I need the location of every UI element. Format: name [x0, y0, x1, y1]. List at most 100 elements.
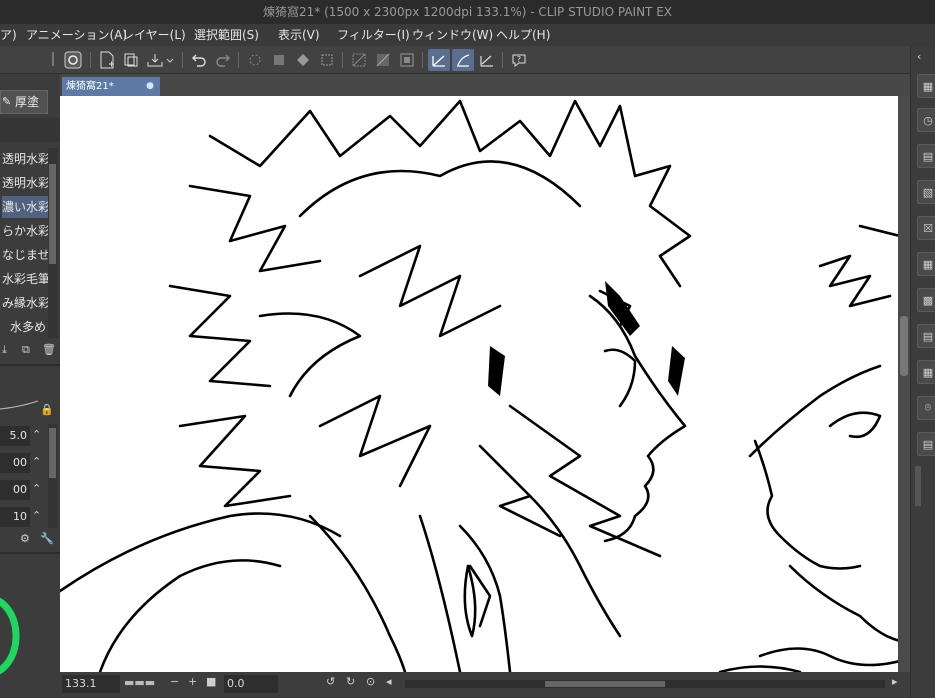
property-scrollbar[interactable] — [48, 424, 58, 528]
menu-item-animation[interactable]: アニメーション(A) — [26, 24, 127, 46]
property-value-field[interactable]: 10 — [0, 507, 30, 527]
spinner-icon[interactable]: ⌃ — [32, 428, 41, 441]
window-title-bar: 煉猗窩21* (1500 x 2300px 1200dpi 133.1%) - … — [0, 0, 935, 24]
undo-icon[interactable] — [188, 49, 210, 71]
menu-item-window[interactable]: ウィンドウ(W) — [412, 24, 493, 46]
snap-grid-icon[interactable] — [476, 49, 498, 71]
brush-list-actions: ⤓ ⧉ 🗑 — [0, 342, 60, 360]
history-panel-icon[interactable]: ◷ — [917, 108, 935, 132]
brush-item[interactable]: 濃い水彩 — [2, 196, 48, 218]
document-tab[interactable]: 煉猗窩21* ● — [62, 77, 160, 96]
scroll-thumb[interactable] — [900, 316, 908, 376]
copy-icon[interactable] — [120, 49, 142, 71]
canvas-vertical-scrollbar[interactable] — [898, 96, 910, 672]
rotate-right-icon[interactable]: ↻ — [346, 675, 355, 688]
transform-icon[interactable] — [292, 49, 314, 71]
help-icon[interactable]: ? — [508, 49, 530, 71]
spinner-icon[interactable]: ⌃ — [32, 482, 41, 495]
zoom-slider[interactable]: ▬▬▬ — [124, 676, 155, 689]
save-icon[interactable] — [144, 49, 176, 71]
material-panel-icon[interactable]: ▧ — [917, 180, 935, 204]
status-bar: 133.1 ▬▬▬ − + ■ 0.0 ↺ ↻ ⊙ ◂ ▸ — [60, 672, 910, 698]
menu-item-filter[interactable]: フィルター(I) — [337, 24, 410, 46]
svg-text:?: ? — [517, 55, 521, 64]
toolbar-grip[interactable] — [52, 52, 54, 66]
collapse-left-icon[interactable]: ‹ — [917, 50, 921, 63]
fit-icon[interactable]: ■ — [206, 675, 216, 688]
sub-tool-panel: ✎ 厚塗り 透明水彩透明水彩濃い水彩らか水彩なじませ水彩毛筆み縁水彩水多め ⤓ … — [0, 74, 60, 698]
wrench-icon[interactable]: 🔧 — [40, 532, 54, 545]
window-title: 煉猗窩21* (1500 x 2300px 1200dpi 133.1%) - … — [263, 5, 672, 19]
snap-ruler-icon[interactable] — [428, 49, 450, 71]
canvas-horizontal-scrollbar[interactable] — [405, 680, 885, 688]
modified-indicator: ● — [146, 81, 154, 91]
new-file-icon[interactable] — [96, 49, 118, 71]
brush-item[interactable]: み縁水彩 — [2, 292, 48, 314]
fill-icon[interactable] — [268, 49, 290, 71]
tool-tab-impasto[interactable]: ✎ 厚塗り — [0, 90, 48, 131]
command-bar: ? — [0, 46, 935, 74]
invert-selection-icon[interactable] — [372, 49, 394, 71]
brush-item[interactable]: 水多め — [2, 316, 48, 338]
prev-icon[interactable]: ◂ — [386, 675, 392, 688]
menu-item-view[interactable]: 表示(V) — [278, 24, 320, 46]
brush-item[interactable]: 水彩毛筆 — [2, 268, 48, 290]
grid-panel-icon[interactable]: ▦ — [917, 252, 935, 276]
scale-icon[interactable] — [316, 49, 338, 71]
brush-item[interactable]: 透明水彩 — [2, 172, 48, 194]
brush-item[interactable]: 透明水彩 — [2, 148, 48, 170]
mask-panel-icon[interactable]: ▩ — [917, 288, 935, 312]
delete-icon[interactable]: 🗑 — [42, 343, 56, 356]
lock-icon[interactable]: 🔒 — [40, 403, 54, 416]
line-art-illustration — [60, 99, 900, 672]
menu-item-partial[interactable]: ア) — [0, 24, 17, 46]
property-value-field[interactable]: 5.0 — [0, 426, 30, 446]
spinner-icon[interactable]: ⌃ — [32, 509, 41, 522]
toolbar-separator — [182, 52, 183, 68]
next-icon[interactable]: ▸ — [892, 675, 898, 688]
toolbar-separator — [90, 52, 91, 68]
snap-special-ruler-icon[interactable] — [452, 49, 474, 71]
brush-size-curve[interactable]: 🔒 — [0, 379, 60, 417]
toolbar-separator — [238, 52, 239, 68]
spinner-icon[interactable]: ⌃ — [32, 455, 41, 468]
zoom-field[interactable]: 133.1 — [62, 675, 120, 693]
property-value-field[interactable]: 00 — [0, 480, 30, 500]
layer-panel-icon[interactable]: ▤ — [917, 144, 935, 168]
duplicate-icon[interactable]: ⧉ — [22, 343, 30, 357]
deselect-icon[interactable] — [348, 49, 370, 71]
right-dock: ‹ ▦ ◷ ▤ ▧ ☒ ▦ ▩ ▤ ▦ ⌾ ▤ — [910, 46, 935, 698]
rotate-left-icon[interactable]: ↺ — [326, 675, 335, 688]
zoom-out-icon[interactable]: − — [170, 675, 179, 688]
h-scroll-thumb[interactable] — [545, 681, 665, 687]
brush-item[interactable]: らか水彩 — [2, 220, 48, 242]
toolbar-separator — [342, 52, 343, 68]
redo-icon[interactable] — [212, 49, 234, 71]
color-wheel[interactable] — [0, 594, 20, 678]
navigator-panel-icon[interactable]: ▦ — [917, 74, 935, 98]
show-selection-icon[interactable] — [396, 49, 418, 71]
dock-scrollbar[interactable] — [915, 466, 921, 506]
layer-property-icon[interactable]: ▤ — [917, 324, 935, 348]
palette-panel-icon[interactable]: ▦ — [917, 360, 935, 384]
reset-rotation-icon[interactable]: ⊙ — [366, 675, 375, 688]
clear-icon[interactable] — [244, 49, 266, 71]
clip-logo-icon[interactable] — [62, 49, 84, 71]
property-value-field[interactable]: 00 — [0, 453, 30, 473]
download-icon[interactable]: ⤓ — [2, 343, 7, 357]
toolbar-separator — [502, 52, 503, 68]
rotation-field[interactable]: 0.0 — [224, 675, 278, 693]
menu-item-selection[interactable]: 選択範囲(S) — [194, 24, 259, 46]
zoom-in-icon[interactable]: + — [188, 675, 197, 688]
brush-list-scrollbar[interactable] — [48, 148, 58, 338]
drawing-canvas[interactable] — [60, 96, 900, 672]
document-tab-bar: 煉猗窩21* ● — [60, 74, 910, 96]
camera-panel-icon[interactable]: ⌾ — [917, 396, 935, 420]
brush-item[interactable]: なじませ — [2, 244, 48, 266]
menu-item-layer[interactable]: レイヤー(L) — [122, 24, 186, 46]
delete-panel-icon[interactable]: ☒ — [917, 216, 935, 240]
settings-icon[interactable]: ⚙ — [20, 532, 30, 545]
menu-item-help[interactable]: ヘルプ(H) — [496, 24, 550, 46]
info-panel-icon[interactable]: ▤ — [917, 432, 935, 456]
brush-icon: ✎ — [2, 95, 12, 108]
